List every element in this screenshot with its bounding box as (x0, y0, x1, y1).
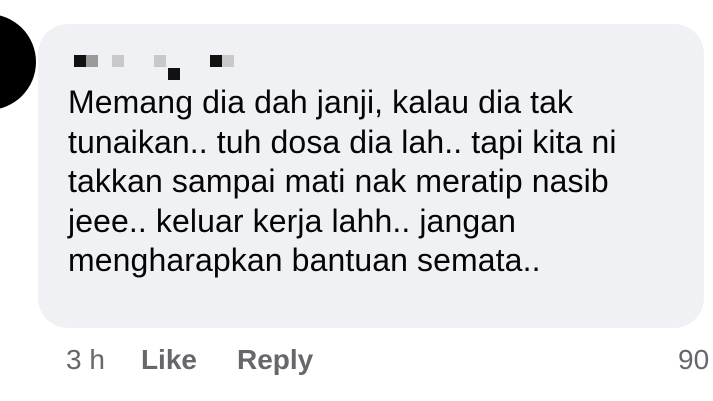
reply-button[interactable]: Reply (237, 344, 313, 376)
like-button[interactable]: Like (141, 344, 197, 376)
comment-text: Memang dia dah janji, kalau dia tak tuna… (68, 83, 688, 281)
comment-view: Memang dia dah janji, kalau dia tak tuna… (0, 0, 713, 401)
avatar[interactable] (0, 14, 36, 110)
comment-line: Memang dia dah janji, kalau dia tak (68, 84, 574, 120)
comment-line: mengharapkan bantuan semata.. (68, 242, 541, 278)
reaction-count[interactable]: 90 (678, 340, 709, 380)
comment-line: tunaikan.. tuh dosa dia lah.. tapi kita … (68, 123, 617, 160)
author-name-pixelated[interactable] (74, 52, 244, 82)
comment-line: takkan sampai mati nak meratip nasib (68, 163, 609, 199)
timestamp[interactable]: 3 h (66, 344, 105, 376)
comment-line: jeee.. keluar kerja lahh.. jangan (68, 202, 517, 239)
comment-actions: 3 h Like Reply (66, 340, 353, 380)
